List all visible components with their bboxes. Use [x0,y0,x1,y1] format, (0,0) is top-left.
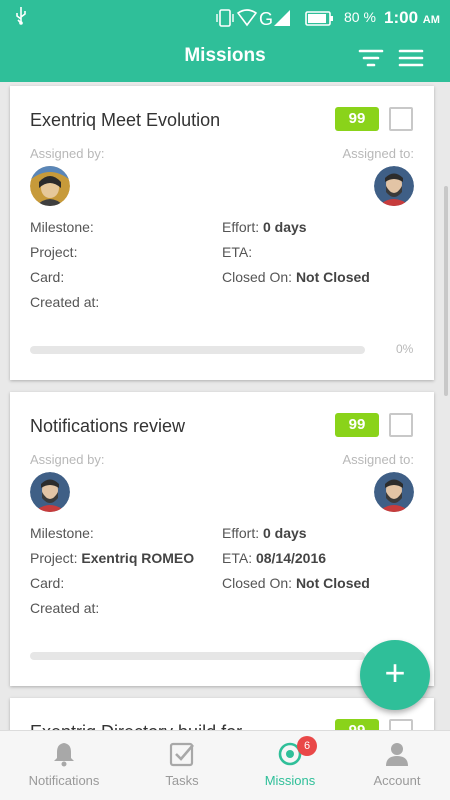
network-type-label: G [259,9,273,28]
filter-icon [358,49,384,67]
nav-label: Tasks [165,773,199,788]
notification-badge: 6 [297,736,317,756]
project-field: Project: [30,244,77,260]
effort-value: 0 days [262,525,307,541]
signal-icon [274,10,290,26]
list-scrollbar[interactable] [444,186,448,396]
assigner-avatar[interactable] [30,166,70,206]
wifi-icon [236,9,258,27]
closed-on-value: Not Closed [295,269,370,285]
clock-suffix: AM [422,14,440,26]
mission-checkbox[interactable] [389,413,413,437]
project-value: Exentriq ROMEO [81,550,195,566]
card-label: Card: [30,575,65,591]
menu-button[interactable] [398,46,424,70]
card-field: Card: [30,575,64,591]
vibrate-icon [216,9,234,27]
mission-title: Exentriq Directory build for [30,722,242,730]
task-check-icon [169,742,194,767]
menu-icon [398,49,424,67]
effort-label: Effort: [222,219,260,235]
nav-label: Missions [264,773,316,788]
priority-badge: 99 [335,107,379,131]
eta-label: ETA: [222,244,253,260]
assigned-by-label: Assigned by: [30,452,105,467]
closed-on-field: Closed On: Not Closed [222,575,370,591]
account-icon [386,743,408,766]
effort-value: 0 days [262,219,307,235]
plus-icon: + [384,652,406,693]
mission-checkbox[interactable] [389,719,413,730]
effort-label: Effort: [222,525,260,541]
mission-card[interactable]: Exentriq Meet Evolution 99 Assigned by: … [10,86,434,380]
assigned-to-label: Assigned to: [342,452,414,467]
mission-title: Notifications review [30,416,186,436]
mission-list[interactable]: Exentriq Meet Evolution 99 Assigned by: … [0,82,450,730]
bottom-navigation: Notifications Tasks 6 Missions Account [0,730,450,800]
closed-on-label: Closed On: [222,575,293,591]
project-label: Project: [30,550,78,566]
closed-on-field: Closed On: Not Closed [222,269,370,285]
nav-missions[interactable]: 6 Missions [234,731,346,800]
nav-label: Account [373,773,421,788]
assignee-avatar[interactable] [374,166,414,206]
eta-field: ETA: 08/14/2016 [222,550,326,566]
project-field: Project: Exentriq ROMEO [30,550,194,566]
effort-field: Effort: 0 days [222,525,307,541]
nav-notifications[interactable]: Notifications [8,731,120,800]
mission-card[interactable]: Notifications review 99 Assigned by: Ass… [10,392,434,686]
mission-checkbox[interactable] [389,107,413,131]
clock: 1:00 AM [384,8,440,28]
created-field: Created at: [30,600,99,616]
assigned-to-label: Assigned to: [342,146,414,161]
mission-card[interactable]: Exentriq Directory build for 99 [10,698,434,730]
progress-bar [30,652,365,660]
card-label: Card: [30,269,65,285]
app-header: Missions [0,34,450,82]
battery-icon [305,11,333,26]
add-mission-button[interactable]: + [360,640,430,710]
eta-field: ETA: [222,244,252,260]
nav-tasks[interactable]: Tasks [126,731,238,800]
bell-icon [54,743,74,767]
milestone-field: Milestone: [30,219,94,235]
created-label: Created at: [30,600,100,616]
assignee-avatar[interactable] [374,472,414,512]
priority-badge: 99 [335,719,379,730]
milestone-label: Milestone: [30,219,94,235]
usb-icon [14,7,28,30]
created-field: Created at: [30,294,99,310]
battery-percent: 80 % [344,9,376,25]
progress-percent: 0% [396,342,414,356]
status-icons: G [216,8,336,29]
nav-account[interactable]: Account [341,731,450,800]
milestone-field: Milestone: [30,525,94,541]
status-bar: G 80 % 1:00 AM [0,0,450,34]
clock-time: 1:00 [384,8,419,27]
nav-label: Notifications [28,773,100,788]
milestone-label: Milestone: [30,525,94,541]
eta-value: 08/14/2016 [255,550,327,566]
card-field: Card: [30,269,64,285]
effort-field: Effort: 0 days [222,219,307,235]
project-label: Project: [30,244,78,260]
mission-title: Exentriq Meet Evolution [30,110,221,130]
filter-button[interactable] [358,46,384,70]
priority-badge: 99 [335,413,379,437]
assigner-avatar[interactable] [30,472,70,512]
created-label: Created at: [30,294,100,310]
assigned-by-label: Assigned by: [30,146,105,161]
closed-on-label: Closed On: [222,269,293,285]
eta-label: ETA: [222,550,253,566]
closed-on-value: Not Closed [295,575,370,591]
progress-bar [30,346,365,354]
